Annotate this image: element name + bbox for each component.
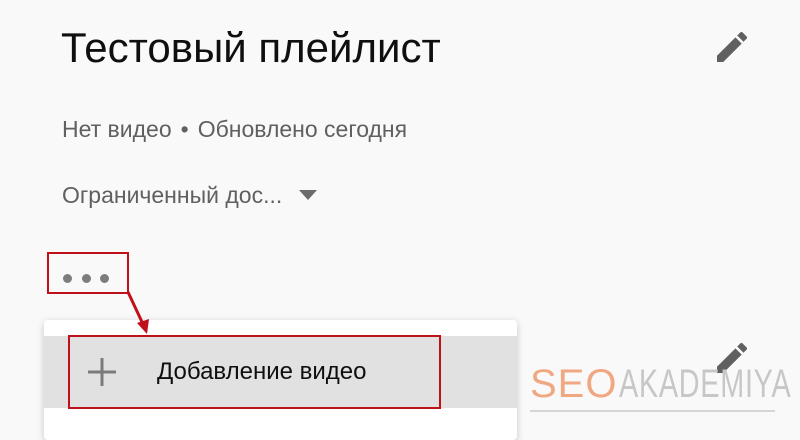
pencil-icon[interactable] xyxy=(712,27,752,67)
more-horizontal-icon-dot xyxy=(81,273,91,283)
watermark-seo: SEO xyxy=(530,362,618,406)
playlist-stats: Нет видео • Обновлено сегодня xyxy=(62,114,407,144)
more-actions-button[interactable] xyxy=(63,266,109,290)
more-horizontal-icon-dot xyxy=(63,273,72,283)
privacy-dropdown[interactable]: Ограниченный дос... xyxy=(62,179,318,211)
watermark-underline xyxy=(530,410,775,412)
menu-item-add-video[interactable]: Добавление видео xyxy=(44,336,517,408)
watermark-akademiya: AKADEMIYA xyxy=(619,362,792,406)
video-count: Нет видео xyxy=(62,116,172,142)
menu-item-label: Добавление видео xyxy=(157,358,367,385)
privacy-label: Ограниченный дос... xyxy=(62,182,283,208)
watermark-logo: SEO AKADEMIYA xyxy=(530,362,800,406)
caret-down-icon xyxy=(299,190,318,200)
playlist-title: Тестовый плейлист xyxy=(61,24,441,71)
updated-text: Обновлено сегодня xyxy=(197,116,408,142)
separator-dot: • xyxy=(180,116,189,142)
plus-icon xyxy=(88,358,116,386)
more-horizontal-icon-dot xyxy=(100,273,109,283)
actions-menu: Добавление видео xyxy=(44,320,517,440)
